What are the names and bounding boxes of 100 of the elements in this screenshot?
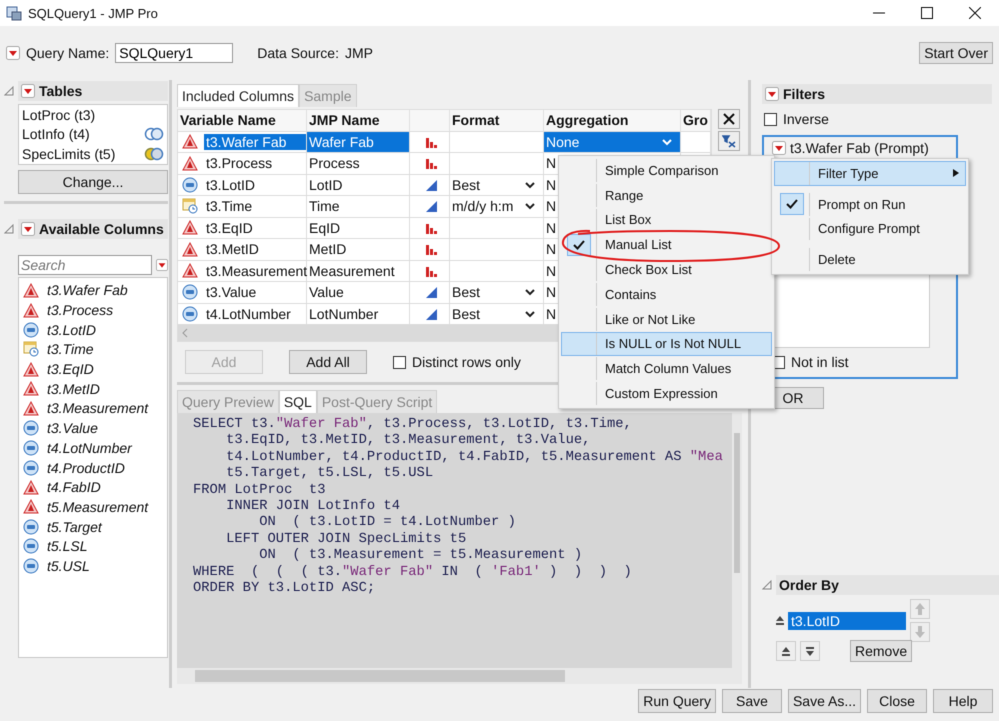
menu-item[interactable]: Check Box List	[561, 257, 772, 282]
close-icon[interactable]	[969, 7, 981, 19]
column-header: JMP Name	[307, 110, 410, 130]
column-item[interactable]: t5.LSL	[47, 538, 88, 554]
close-icon	[723, 113, 735, 125]
checkbox-label: Not in list	[791, 354, 849, 370]
column-item[interactable]: t4.LotNumber	[47, 440, 132, 456]
code-line: SELECT t3."Wafer Fab", t3.Process, t3.LotID, t3.Time,	[193, 417, 633, 433]
chevron-down-icon[interactable]	[525, 180, 535, 189]
column-item[interactable]: t3.Value	[47, 420, 98, 436]
table-cell: Measurement	[307, 260, 410, 281]
column-item[interactable]: t4.ProductID	[47, 460, 125, 476]
menu-item[interactable]: Like or Not Like	[561, 306, 772, 332]
menu-item[interactable]: Prompt on Run	[774, 192, 966, 217]
sql-editor[interactable]	[177, 413, 742, 668]
checkbox-label: Inverse	[783, 111, 829, 127]
search-field[interactable]: Search	[18, 254, 152, 274]
menu-item[interactable]: Is NULL or Is Not NULL	[561, 332, 772, 356]
maximize-icon[interactable]	[921, 7, 933, 19]
app-icon	[6, 5, 22, 21]
format-dropdown[interactable]: Best	[450, 304, 544, 324]
table-cell-text: t3.Measurement	[205, 262, 308, 279]
data-source-label: Data Source:	[257, 45, 339, 61]
scrollbar[interactable]	[732, 413, 742, 668]
dialog-button[interactable]: Close	[867, 689, 927, 713]
column-item[interactable]: t3.EqID	[47, 361, 94, 378]
table-cell: MetID	[307, 239, 410, 260]
checkbox[interactable]	[764, 112, 777, 126]
format-dropdown[interactable]: m/d/y h:m	[450, 196, 544, 216]
menu-item[interactable]: Match Column Values	[561, 356, 772, 382]
checkbox[interactable]	[393, 356, 406, 368]
column-item[interactable]: t4.FabID	[47, 479, 101, 496]
column-item[interactable]: t5.Measurement	[47, 498, 148, 515]
column-item[interactable]: t5.USL	[47, 558, 90, 574]
column-item[interactable]: t3.Time	[47, 341, 94, 358]
disclosure-icon[interactable]	[4, 86, 14, 96]
filter-tool-button[interactable]	[718, 131, 740, 151]
menu-item[interactable]: Manual List	[561, 232, 772, 258]
scrollbar[interactable]	[177, 668, 742, 684]
aggregation-cell[interactable]: None	[544, 132, 681, 152]
disclosure-icon[interactable]	[762, 580, 772, 590]
chevron-down-icon[interactable]	[525, 310, 535, 318]
order-item[interactable]: t3.LotID	[788, 612, 906, 630]
query-name-field[interactable]: SQLQuery1	[115, 43, 234, 63]
chevron-down-icon[interactable]	[525, 202, 535, 210]
remove-column-button[interactable]	[718, 109, 740, 129]
table-cell: LotNumber	[307, 304, 410, 324]
code-line: t5.Target, t5.LSL, t5.USL	[225, 466, 434, 483]
table-cell: LotID	[307, 174, 410, 195]
tab[interactable]: SQL	[278, 390, 317, 413]
table-item[interactable]: LotProc (t3)	[22, 106, 96, 123]
arrow-up-icon	[915, 603, 925, 615]
table-cell: Time	[307, 196, 410, 216]
table-cell: Value	[307, 282, 410, 302]
arrow-down-icon	[915, 626, 925, 638]
change-button[interactable]: Change...	[18, 170, 168, 194]
remove-button[interactable]: Remove	[850, 640, 912, 662]
code-line: LEFT OUTER JOIN SpecLimits t5	[225, 532, 468, 548]
section-title: Available Columns	[39, 220, 164, 236]
ascending-button[interactable]	[776, 641, 796, 661]
format-dropdown[interactable]: Best	[450, 282, 544, 302]
table-cell-text: t3.Value	[205, 284, 258, 300]
menu-item[interactable]: Filter Type	[774, 161, 966, 186]
column-header: Format	[450, 110, 544, 130]
column-item[interactable]: t5.Target	[47, 518, 102, 535]
column-item[interactable]: t3.Measurement	[47, 400, 148, 416]
check-icon	[780, 193, 804, 216]
tab[interactable]: Included Columns	[177, 84, 300, 107]
table-cell-text: t3.EqID	[205, 220, 254, 236]
dialog-button[interactable]: Save	[722, 689, 782, 713]
code-line: ORDER BY t3.LotID ASC;	[193, 580, 376, 598]
add-button[interactable]: Add All	[289, 350, 367, 374]
code-line: INNER JOIN LotInfo t4	[225, 498, 401, 515]
dialog-button[interactable]: Help	[933, 689, 993, 713]
menu-item[interactable]: Configure Prompt	[774, 216, 966, 242]
column-item[interactable]: t3.MetID	[47, 380, 100, 397]
column-header: Gro	[681, 110, 711, 130]
table-item[interactable]: SpecLimits (t5)	[22, 146, 116, 162]
menu-item[interactable]: Range	[561, 182, 772, 208]
menu-item[interactable]: Contains	[561, 282, 772, 307]
dialog-button[interactable]: Run Query	[638, 689, 716, 713]
column-item[interactable]: t3.LotID	[47, 322, 96, 338]
column-item[interactable]: t3.Wafer Fab	[47, 282, 128, 298]
checkbox-label: Distinct rows only	[412, 354, 521, 370]
disclosure-icon[interactable]	[4, 224, 14, 234]
column-item[interactable]: t3.Process	[47, 302, 114, 318]
table-cell-text: t3.LotID	[205, 176, 256, 193]
descending-button[interactable]	[800, 641, 820, 661]
dialog-button[interactable]: Save As...	[788, 689, 861, 713]
menu-item[interactable]: Delete	[774, 247, 966, 272]
menu-item[interactable]: Simple Comparison	[561, 158, 772, 183]
table-item[interactable]: LotInfo (t4)	[22, 126, 90, 142]
start-over-button[interactable]: Start Over	[919, 42, 993, 64]
chevron-down-icon[interactable]	[525, 288, 535, 296]
table-cell-text: t3.Time	[205, 198, 254, 214]
code-line: FROM LotProc t3	[193, 482, 326, 499]
table-cell: t3.Wafer Fab	[204, 134, 306, 150]
funnel-icon	[722, 134, 736, 148]
format-dropdown[interactable]: Best	[450, 174, 544, 195]
menu-item[interactable]: List Box	[561, 208, 772, 232]
